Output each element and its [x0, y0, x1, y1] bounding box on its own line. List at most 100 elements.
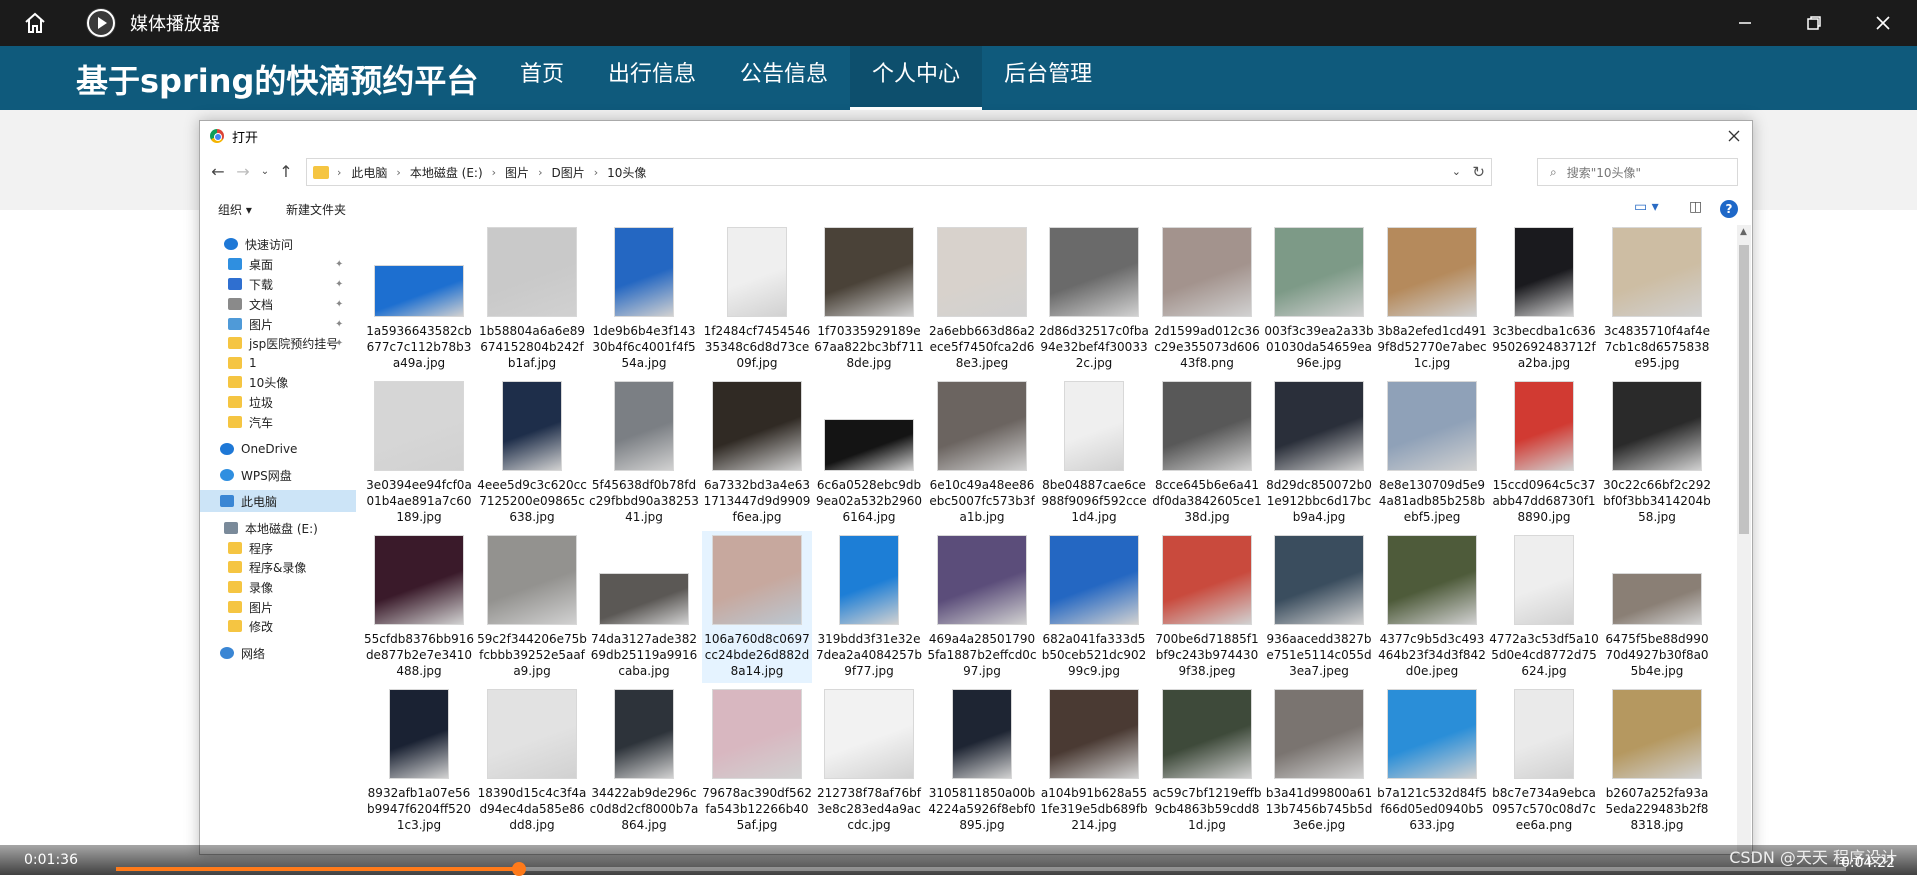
sidebar-item[interactable]: 网络	[200, 642, 356, 664]
file-item[interactable]: 18390d15c4c3f4ad94ec4da585e86dd8.jpg	[477, 685, 587, 837]
file-list-scrollbar[interactable]: ▲	[1737, 225, 1751, 856]
file-item[interactable]: 74da3127ade38269db25119a9916caba.jpg	[589, 531, 699, 683]
file-item[interactable]: b7a121c532d84f5f66d05ed0940b5633.jpg	[1377, 685, 1487, 837]
sidebar-item[interactable]: OneDrive	[200, 438, 356, 460]
file-item[interactable]: 8d29dc850072b01e912bbc6d17bcb9a4.jpg	[1264, 377, 1374, 529]
file-item[interactable]: 4eee5d9c3c620cc7125200e09865c638.jpg	[477, 377, 587, 529]
nav-admin[interactable]: 后台管理	[982, 46, 1114, 110]
minimize-button[interactable]	[1710, 0, 1779, 46]
search-input[interactable]: ⌕ 搜索"10头像"	[1537, 158, 1738, 186]
file-item[interactable]: 003f3c39ea2a33b01030da54659ea96e.jpg	[1264, 225, 1374, 375]
file-item[interactable]: 3c4835710f4af4e7cb1c8d6575838e95.jpg	[1602, 225, 1712, 375]
file-item[interactable]: 1de9b6b4e3f14330b4f6c4001f4f554a.jpg	[589, 225, 699, 375]
sidebar-item[interactable]: 本地磁盘 (E:)	[200, 517, 356, 539]
scrollbar-thumb[interactable]	[1739, 245, 1749, 534]
sidebar-item[interactable]: 下载 ✦	[200, 273, 356, 295]
seek-bar[interactable]	[116, 862, 1846, 876]
address-dropdown-button[interactable]: ⌄	[1452, 165, 1461, 178]
file-item[interactable]: ac59c7bf1219effb9cb4863b59cdd81d.jpg	[1152, 685, 1262, 837]
sidebar-item[interactable]: WPS网盘	[200, 464, 356, 486]
file-item[interactable]: 1b58804a6a6e89674152804b242fb1af.jpg	[477, 225, 587, 375]
file-item[interactable]: 1a5936643582cb677c7c112b78b3a49a.jpg	[364, 225, 474, 375]
file-item[interactable]: 30c22c66bf2c292bf0f3bb3414204b58.jpg	[1602, 377, 1712, 529]
file-item[interactable]: b2607a252fa93a5eda229483b2f88318.jpg	[1602, 685, 1712, 837]
file-item[interactable]: 5f45638df0b78fdc29fbbd90a3825341.jpg	[589, 377, 699, 529]
nav-personal-center[interactable]: 个人中心	[850, 46, 983, 110]
recent-locations-button[interactable]: ⌄	[255, 161, 275, 181]
file-item[interactable]: 3b8a2efed1cd4919f8d52770e7abec1c.jpg	[1377, 225, 1487, 375]
nav-home[interactable]: 首页	[498, 46, 586, 110]
file-item[interactable]: 79678ac390df562fa543b12266b405af.jpg	[702, 685, 812, 837]
file-item[interactable]: 8e8e130709d5e94a81adb85b258bebf5.jpeg	[1377, 377, 1487, 529]
back-button[interactable]: ←	[208, 161, 228, 181]
file-item[interactable]: 2d1599ad012c36c29e355073d60643f8.png	[1152, 225, 1262, 375]
home-button[interactable]	[0, 0, 70, 46]
sidebar-item[interactable]: 录像	[200, 576, 356, 598]
file-item[interactable]: 34422ab9de296cc0d8d2cf8000b7a864.jpg	[589, 685, 699, 837]
file-item[interactable]: 4377c9b5d3c493464b23f34d3f842d0e.jpeg	[1377, 531, 1487, 683]
sidebar-item[interactable]: 快速访问	[200, 233, 356, 255]
file-item[interactable]: 6475f5be88d99070d4927b30f8a05b4e.jpg	[1602, 531, 1712, 683]
file-item[interactable]: 469a4a285017905fa1887b2effcd0c97.jpg	[927, 531, 1037, 683]
file-item[interactable]: 2a6ebb663d86a2ece5f7450fca2d68e3.jpeg	[927, 225, 1037, 375]
file-item[interactable]: 700be6d71885f1bf9c243b9744309f38.jpeg	[1152, 531, 1262, 683]
pin-icon: ✦	[335, 337, 344, 349]
sidebar-item[interactable]: 汽车	[200, 411, 356, 433]
sidebar-item[interactable]: 桌面 ✦	[200, 253, 356, 275]
new-folder-button[interactable]: 新建文件夹	[286, 201, 346, 218]
close-button[interactable]	[1848, 0, 1917, 46]
file-item[interactable]: 15ccd0964c5c37abb47dd68730f18890.jpg	[1489, 377, 1599, 529]
breadcrumb-item[interactable]: 本地磁盘 (E:)	[410, 164, 483, 181]
file-item[interactable]: 319bdd3f31e32e7dea2a4084257b9f77.jpg	[814, 531, 924, 683]
file-item[interactable]: 3105811850a00b4224a5926f8ebf0895.jpg	[927, 685, 1037, 837]
sidebar-item[interactable]: 修改	[200, 615, 356, 637]
sidebar-item[interactable]: 此电脑	[200, 490, 356, 512]
view-options-button[interactable]: ▭ ▾	[1634, 199, 1659, 215]
address-bar[interactable]: › 此电脑 › 本地磁盘 (E:) › 图片 › D图片 › 10头像 ⌄ ↻	[306, 158, 1492, 186]
file-item[interactable]: 106a760d8c0697cc24bde26d882d8a14.jpg	[702, 531, 812, 683]
sidebar-item[interactable]: jsp医院预约挂号 ✦	[200, 332, 356, 354]
file-item[interactable]: 8cce645b6e6a41df0da3842605ce138d.jpg	[1152, 377, 1262, 529]
restore-button[interactable]	[1779, 0, 1848, 46]
file-item[interactable]: b8c7e734a9ebca0957c570c08d7cee6a.png	[1489, 685, 1599, 837]
arrow-right-icon: →	[236, 161, 250, 181]
file-name: 5f45638df0b78fdc29fbbd90a3825341.jpg	[589, 478, 699, 524]
file-item[interactable]: 8be04887cae6ce988f9096f592cce1d4.jpg	[1039, 377, 1149, 529]
refresh-button[interactable]: ↻	[1472, 163, 1485, 181]
sidebar-item[interactable]: 垃圾	[200, 391, 356, 413]
file-item[interactable]: b3a41d99800a6113b7456b745b5d3e6e.jpg	[1264, 685, 1374, 837]
sidebar-item[interactable]: 程序&录像	[200, 556, 356, 578]
up-button[interactable]: ↑	[276, 161, 296, 181]
breadcrumb-item[interactable]: 10头像	[607, 164, 646, 181]
file-item[interactable]: a104b91b628a551fe319e5db689fb214.jpg	[1039, 685, 1149, 837]
file-item[interactable]: 1f2484cf745454635348c6d8d73ce09f.jpg	[702, 225, 812, 375]
file-item[interactable]: 936aacedd3827be751e5114c055d3ea7.jpeg	[1264, 531, 1374, 683]
file-item[interactable]: 1f70335929189e67aa822bc3bf7118de.jpg	[814, 225, 924, 375]
seek-bar-handle[interactable]	[512, 862, 527, 876]
file-item[interactable]: 3c3becdba1c6369502692483712fa2ba.jpg	[1489, 225, 1599, 375]
organize-button[interactable]: 组织 ▾	[218, 201, 252, 218]
breadcrumb-item[interactable]: D图片	[551, 164, 584, 181]
file-item[interactable]: 4772a3c53df5a105d0e4cd8772d75624.jpg	[1489, 531, 1599, 683]
file-item[interactable]: 6e10c49a48ee86ebc5007fc573b3fa1b.jpg	[927, 377, 1037, 529]
file-item[interactable]: 2d86d32517c0fba94e32bef4f300332c.jpg	[1039, 225, 1149, 375]
file-item[interactable]: 6c6a0528ebc9db9ea02a532b29606164.jpg	[814, 377, 924, 529]
forward-button[interactable]: →	[233, 161, 253, 181]
file-item[interactable]: 59c2f344206e75bfcbbb39252e5aafa9.jpg	[477, 531, 587, 683]
preview-pane-button[interactable]: ◫	[1689, 199, 1702, 215]
file-item[interactable]: 8932afb1a07e56b9947f6204ff5201c3.jpg	[364, 685, 474, 837]
sidebar-item[interactable]: 文档 ✦	[200, 293, 356, 315]
sidebar-item[interactable]: 10头像	[200, 371, 356, 393]
file-item[interactable]: 212738f78af76bf3e8c283ed4a9accdc.jpg	[814, 685, 924, 837]
breadcrumb-item[interactable]: 图片	[505, 164, 529, 181]
file-thumbnail	[1274, 227, 1364, 317]
nav-announcements[interactable]: 公告信息	[718, 46, 850, 110]
dialog-close-button[interactable]	[1722, 125, 1746, 147]
file-item[interactable]: 682a041fa333d5b50ceb521dc90299c9.jpg	[1039, 531, 1149, 683]
nav-travel-info[interactable]: 出行信息	[586, 46, 718, 110]
help-button[interactable]: ?	[1720, 200, 1738, 218]
breadcrumb-item[interactable]: 此电脑	[351, 164, 387, 181]
file-item[interactable]: 6a7332bd3a4e631713447d9d9909f6ea.jpg	[702, 377, 812, 529]
file-item[interactable]: 55cfdb8376bb916de877b2e7e3410488.jpg	[364, 531, 474, 683]
file-item[interactable]: 3e0394ee94fcf0a01b4ae891a7c60189.jpg	[364, 377, 474, 529]
